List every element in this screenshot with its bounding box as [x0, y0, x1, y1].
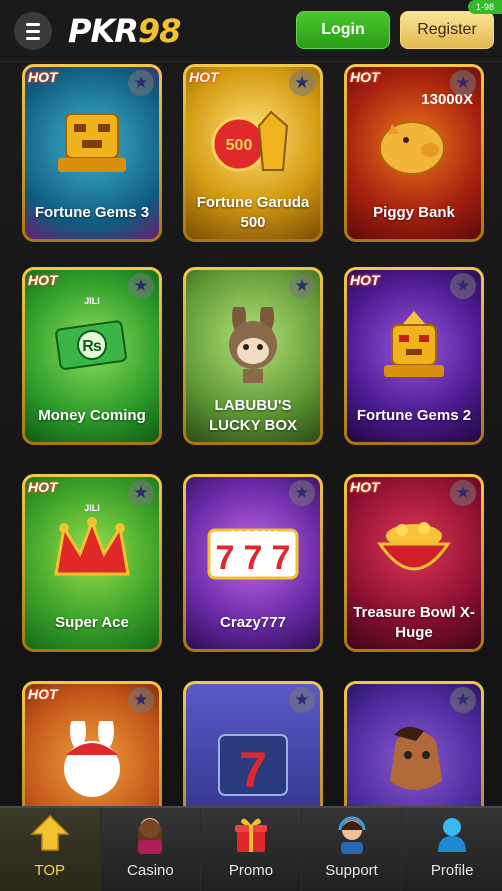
game-thumbnail: JILI HOT ★ Super Ace [25, 477, 159, 649]
hamburger-icon-line [26, 36, 40, 40]
game-thumbnail: 500 HOT ★ Fortune Garuda 500 [186, 67, 320, 239]
favorite-star-icon[interactable]: ★ [450, 687, 476, 713]
nav-item-casino[interactable]: Casino [101, 808, 202, 891]
game-thumbnail: HOT ★ Treasure Bowl X-Huge [347, 477, 481, 649]
money-stack-icon: ₨ [55, 320, 127, 370]
favorite-star-icon[interactable]: ★ [450, 480, 476, 506]
game-thumbnail: HOT ★ Fortune Gems 2 [347, 270, 481, 442]
garuda-statue-icon: 500 [211, 110, 289, 172]
nav-item-promo[interactable]: Promo [201, 808, 302, 891]
hot-badge: HOT [28, 479, 58, 495]
bottom-nav: TOP Casino Promo Support Profile [0, 806, 502, 891]
nav-label: TOP [34, 862, 66, 879]
favorite-star-icon[interactable]: ★ [289, 687, 315, 713]
hot-badge: HOT [350, 479, 380, 495]
menu-button[interactable] [14, 12, 52, 50]
favorite-star-icon[interactable]: ★ [128, 480, 154, 506]
golden-mask-icon [58, 112, 126, 172]
nav-item-support[interactable]: Support [302, 808, 403, 891]
favorite-star-icon[interactable]: ★ [289, 480, 315, 506]
game-title: Treasure Bowl X-Huge [353, 604, 475, 641]
hot-badge: HOT [28, 686, 58, 702]
nav-label: Casino [127, 862, 174, 879]
svg-text:7: 7 [272, 539, 291, 577]
multiplier-badge: 10000X [228, 527, 278, 543]
game-card-crazy777[interactable]: 7 7 7 10000X ★ Crazy777 [183, 474, 323, 652]
app-page: PKR98 Login Register 1-98 HOT ★ Fortune … [0, 0, 502, 891]
provider-label: JILI [84, 503, 100, 513]
svg-text:7: 7 [244, 539, 263, 577]
top-header: PKR98 Login Register 1-98 [0, 0, 502, 62]
svg-text:7: 7 [239, 742, 267, 798]
jester-crown-icon [54, 516, 130, 576]
svg-text:500: 500 [226, 137, 253, 154]
game-card-money-coming[interactable]: ₨ JILI HOT ★ Money Coming [22, 267, 162, 445]
slot-777-icon: 7 7 7 [207, 528, 299, 580]
profile-user-icon [432, 814, 472, 854]
favorite-star-icon[interactable]: ★ [128, 70, 154, 96]
labubu-character-icon [229, 306, 277, 383]
game-card-fortune-garuda-500[interactable]: 500 HOT ★ Fortune Garuda 500 [183, 64, 323, 242]
game-title: Fortune Gems 3 [34, 204, 150, 221]
provider-label: JILI [84, 296, 100, 306]
game-card-fortune-gems-2[interactable]: HOT ★ Fortune Gems 2 [344, 267, 484, 445]
hot-badge: HOT [350, 69, 380, 85]
game-card-labubus-lucky-box[interactable]: ★ LABUBU'S LUCKY BOX [183, 267, 323, 445]
game-card-treasure-bowl[interactable]: HOT ★ Treasure Bowl X-Huge [344, 474, 484, 652]
nav-label: Promo [228, 862, 274, 879]
game-thumbnail: ★ LABUBU'S LUCKY BOX [186, 270, 320, 442]
hot-badge: HOT [189, 69, 219, 85]
game-title: Fortune Gems 2 [356, 407, 472, 424]
favorite-star-icon[interactable]: ★ [128, 687, 154, 713]
game-title: LABUBU'S LUCKY BOX [208, 397, 298, 434]
nav-label: Support [325, 862, 378, 879]
favorite-star-icon[interactable]: ★ [289, 273, 315, 299]
horse-character-icon [390, 726, 442, 790]
treasure-bowl-icon [377, 521, 451, 570]
hamburger-icon-line [26, 22, 40, 26]
game-title: Money Coming [38, 407, 146, 424]
favorite-star-icon[interactable]: ★ [289, 70, 315, 96]
game-card-piggy-bank[interactable]: 13000X HOT ★ Piggy Bank [344, 64, 484, 242]
slot-machine-icon: 7 [218, 733, 288, 798]
game-thumbnail: 7 7 7 10000X ★ Crazy777 [186, 477, 320, 649]
gift-box-icon [231, 814, 271, 854]
rabbit-character-icon [64, 720, 120, 797]
nav-item-profile[interactable]: Profile [402, 808, 502, 891]
hot-badge: HOT [28, 272, 58, 288]
top-arrow-icon [29, 814, 70, 854]
favorite-star-icon[interactable]: ★ [450, 70, 476, 96]
svg-text:7: 7 [216, 539, 235, 577]
support-agent-icon [332, 814, 372, 854]
game-thumbnail: ₨ JILI HOT ★ Money Coming [25, 270, 159, 442]
casino-dealer-icon [130, 814, 170, 854]
game-title: Piggy Bank [373, 204, 455, 221]
login-button[interactable]: Login [296, 11, 390, 49]
hamburger-icon-line [26, 29, 40, 33]
game-card-fortune-gems-3[interactable]: HOT ★ Fortune Gems 3 [22, 64, 162, 242]
game-card-super-ace[interactable]: JILI HOT ★ Super Ace [22, 474, 162, 652]
favorite-star-icon[interactable]: ★ [128, 273, 154, 299]
game-title: Super Ace [55, 614, 129, 631]
hot-badge: HOT [350, 272, 380, 288]
hot-badge: HOT [28, 69, 58, 85]
site-logo[interactable]: PKR98 [68, 12, 181, 50]
game-title: Fortune Garuda 500 [196, 194, 310, 231]
register-badge: 1-98 [468, 0, 502, 14]
nav-label: Profile [430, 862, 474, 879]
piggy-bank-icon [379, 120, 445, 175]
favorite-star-icon[interactable]: ★ [450, 273, 476, 299]
register-button[interactable]: Register [400, 11, 494, 49]
game-thumbnail: HOT ★ Fortune Gems 3 [25, 67, 159, 239]
golden-idol-icon [384, 310, 444, 377]
game-title: Crazy777 [220, 614, 286, 631]
svg-text:₨: ₨ [82, 338, 102, 355]
nav-item-top[interactable]: TOP [0, 808, 101, 891]
game-thumbnail: 13000X HOT ★ Piggy Bank [347, 67, 481, 239]
